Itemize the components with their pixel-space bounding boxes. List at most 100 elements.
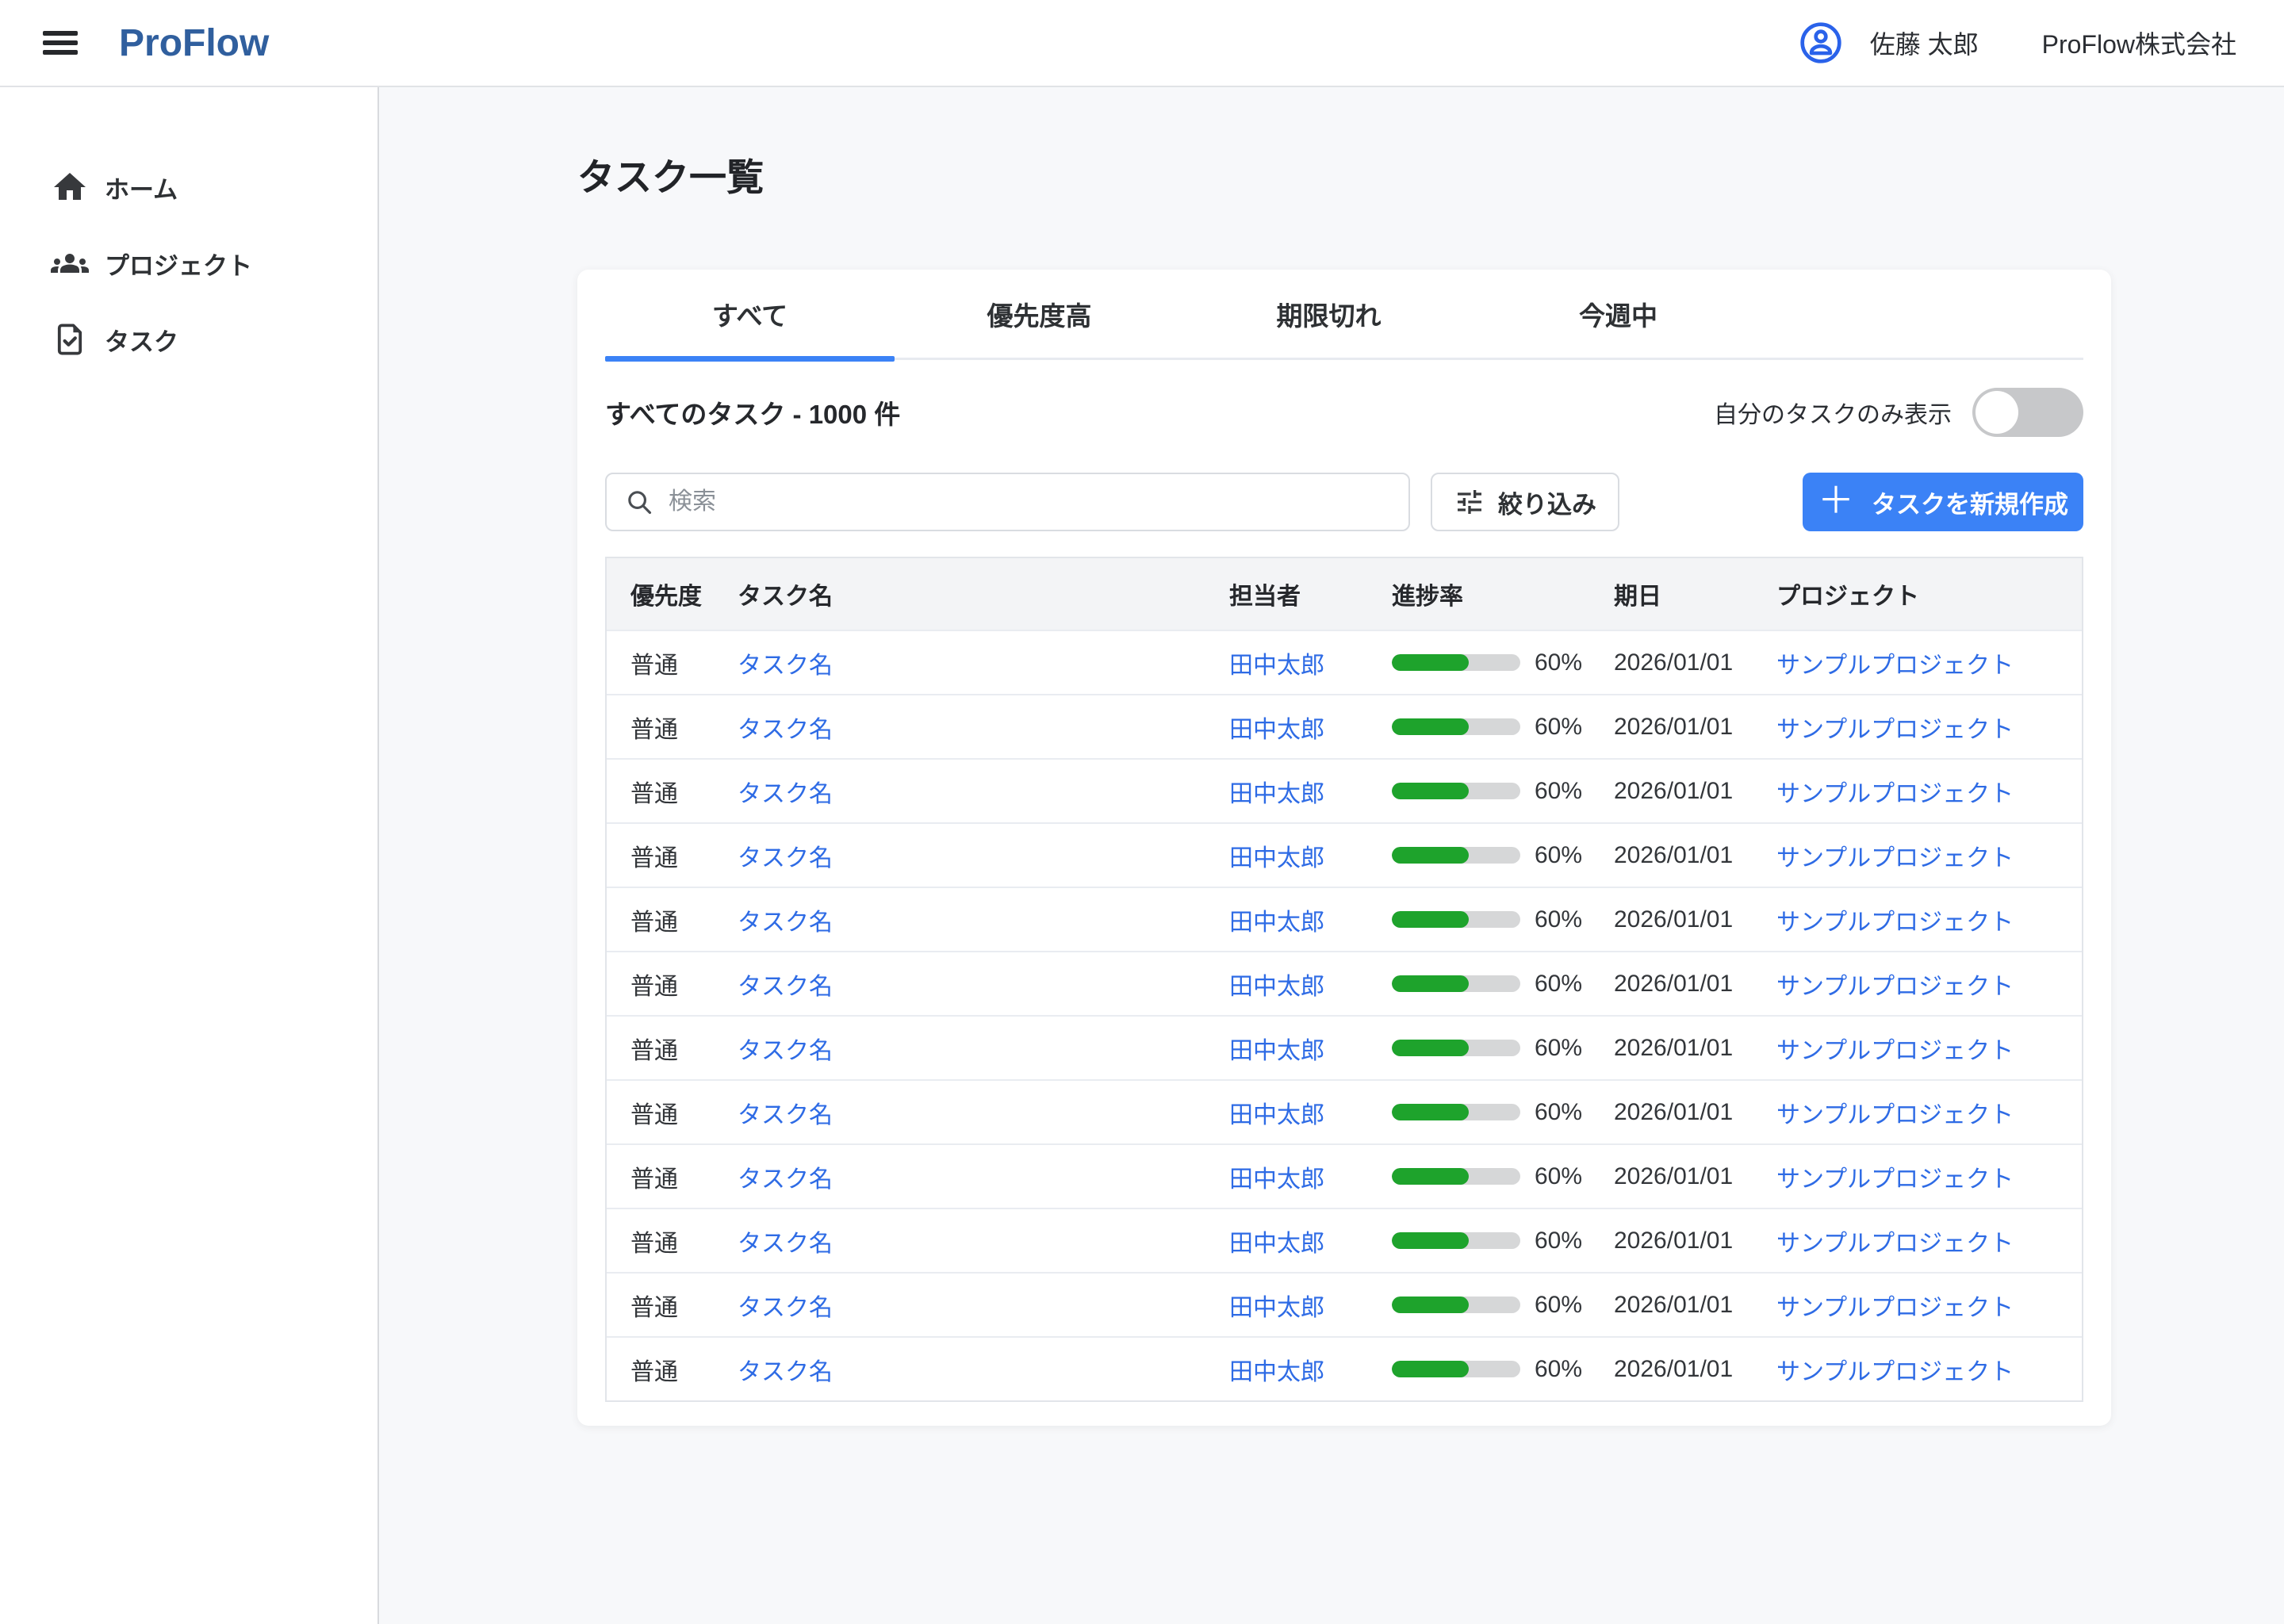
my-tasks-toggle[interactable] bbox=[1972, 388, 2083, 437]
project-link[interactable]: サンプルプロジェクト bbox=[1776, 1102, 2014, 1128]
due-date-cell: 2026/01/01 bbox=[1614, 906, 1776, 933]
sidebar-item-projects[interactable]: プロジェクト bbox=[0, 225, 377, 301]
app-logo[interactable]: ProFlow bbox=[119, 21, 269, 65]
menu-icon[interactable] bbox=[43, 31, 78, 55]
assignee-link[interactable]: 田中太郎 bbox=[1229, 1166, 1324, 1193]
filter-button[interactable]: 絞り込み bbox=[1431, 473, 1619, 531]
table-row: 普通 タスク名 田中太郎 60% 2026/01/01 サンプルプロジェクト bbox=[607, 1143, 2082, 1208]
progress-bar-fill bbox=[1392, 1168, 1469, 1185]
progress-value: 60% bbox=[1535, 1292, 1582, 1319]
app-root: ProFlow 佐藤 太郎 ProFlow株式会社 ホーム プロジェクト bbox=[0, 0, 2284, 1624]
project-link[interactable]: サンプルプロジェクト bbox=[1776, 1166, 2014, 1193]
progress-bar bbox=[1392, 1040, 1520, 1056]
task-list-card: すべて 優先度高 期限切れ 今週中 すべてのタスク - 1000 件 自分のタス… bbox=[577, 270, 2111, 1426]
task-name-link[interactable]: タスク名 bbox=[738, 974, 833, 1000]
progress-cell: 60% bbox=[1392, 1228, 1614, 1254]
tab-high-priority[interactable]: 優先度高 bbox=[895, 270, 1184, 358]
tab-bar: すべて 優先度高 期限切れ 今週中 bbox=[605, 270, 2083, 360]
progress-bar-fill bbox=[1392, 1040, 1469, 1056]
search-input[interactable] bbox=[669, 488, 1391, 515]
priority-cell: 普通 bbox=[630, 967, 738, 1002]
due-date-cell: 2026/01/01 bbox=[1614, 1035, 1776, 1062]
progress-value: 60% bbox=[1535, 778, 1582, 805]
progress-value: 60% bbox=[1535, 1228, 1582, 1254]
assignee-link[interactable]: 田中太郎 bbox=[1229, 1359, 1324, 1385]
user-avatar-icon[interactable] bbox=[1799, 21, 1843, 65]
table-row: 普通 タスク名 田中太郎 60% 2026/01/01 サンプルプロジェクト bbox=[607, 630, 2082, 694]
tab-all[interactable]: すべて bbox=[605, 270, 895, 358]
project-link[interactable]: サンプルプロジェクト bbox=[1776, 845, 2014, 871]
progress-cell: 60% bbox=[1392, 906, 1614, 933]
project-link[interactable]: サンプルプロジェクト bbox=[1776, 717, 2014, 743]
assignee-link[interactable]: 田中太郎 bbox=[1229, 845, 1324, 871]
progress-bar bbox=[1392, 654, 1520, 671]
table-row: 普通 タスク名 田中太郎 60% 2026/01/01 サンプルプロジェクト bbox=[607, 1015, 2082, 1079]
due-date-cell: 2026/01/01 bbox=[1614, 649, 1776, 676]
progress-value: 60% bbox=[1535, 649, 1582, 676]
tune-icon bbox=[1454, 486, 1485, 518]
progress-bar bbox=[1392, 1232, 1520, 1249]
task-name-link[interactable]: タスク名 bbox=[738, 1166, 833, 1193]
assignee-link[interactable]: 田中太郎 bbox=[1229, 1102, 1324, 1128]
table-row: 普通 タスク名 田中太郎 60% 2026/01/01 サンプルプロジェクト bbox=[607, 1272, 2082, 1336]
project-link[interactable]: サンプルプロジェクト bbox=[1776, 910, 2014, 936]
column-header-progress: 進捗率 bbox=[1392, 576, 1614, 611]
project-link[interactable]: サンプルプロジェクト bbox=[1776, 1038, 2014, 1064]
task-name-link[interactable]: タスク名 bbox=[738, 910, 833, 936]
progress-bar-fill bbox=[1392, 1232, 1469, 1249]
project-link[interactable]: サンプルプロジェクト bbox=[1776, 781, 2014, 807]
task-name-link[interactable]: タスク名 bbox=[738, 845, 833, 871]
task-name-link[interactable]: タスク名 bbox=[738, 781, 833, 807]
progress-bar bbox=[1392, 1104, 1520, 1120]
priority-cell: 普通 bbox=[630, 1159, 738, 1194]
tab-overdue[interactable]: 期限切れ bbox=[1184, 270, 1473, 358]
project-link[interactable]: サンプルプロジェクト bbox=[1776, 974, 2014, 1000]
progress-bar bbox=[1392, 1168, 1520, 1185]
toolbar-row: 絞り込み ＋ タスクを新規作成 bbox=[605, 473, 2083, 531]
task-name-link[interactable]: タスク名 bbox=[738, 1295, 833, 1321]
table-row: 普通 タスク名 田中太郎 60% 2026/01/01 サンプルプロジェクト bbox=[607, 1079, 2082, 1143]
progress-cell: 60% bbox=[1392, 714, 1614, 741]
assignee-link[interactable]: 田中太郎 bbox=[1229, 1038, 1324, 1064]
column-header-priority: 優先度 bbox=[630, 576, 738, 611]
sidebar-item-tasks[interactable]: タスク bbox=[0, 301, 377, 377]
sidebar-item-label: タスク bbox=[105, 322, 178, 358]
top-header: ProFlow 佐藤 太郎 ProFlow株式会社 bbox=[0, 0, 2284, 87]
progress-value: 60% bbox=[1535, 906, 1582, 933]
project-link[interactable]: サンプルプロジェクト bbox=[1776, 1359, 2014, 1385]
task-name-link[interactable]: タスク名 bbox=[738, 1231, 833, 1257]
task-name-link[interactable]: タスク名 bbox=[738, 1038, 833, 1064]
sidebar-item-home[interactable]: ホーム bbox=[0, 149, 377, 225]
assignee-link[interactable]: 田中太郎 bbox=[1229, 781, 1324, 807]
task-name-link[interactable]: タスク名 bbox=[738, 717, 833, 743]
progress-bar-fill bbox=[1392, 975, 1469, 992]
progress-cell: 60% bbox=[1392, 778, 1614, 805]
assignee-link[interactable]: 田中太郎 bbox=[1229, 1231, 1324, 1257]
assignee-link[interactable]: 田中太郎 bbox=[1229, 910, 1324, 936]
due-date-cell: 2026/01/01 bbox=[1614, 1356, 1776, 1383]
progress-bar-fill bbox=[1392, 1104, 1469, 1120]
create-task-button[interactable]: ＋ タスクを新規作成 bbox=[1803, 473, 2083, 531]
create-task-label: タスクを新規作成 bbox=[1872, 485, 2068, 520]
table-row: 普通 タスク名 田中太郎 60% 2026/01/01 サンプルプロジェクト bbox=[607, 758, 2082, 822]
assignee-link[interactable]: 田中太郎 bbox=[1229, 717, 1324, 743]
assignee-link[interactable]: 田中太郎 bbox=[1229, 1295, 1324, 1321]
task-name-link[interactable]: タスク名 bbox=[738, 653, 833, 679]
progress-bar-fill bbox=[1392, 1297, 1469, 1313]
project-link[interactable]: サンプルプロジェクト bbox=[1776, 1231, 2014, 1257]
tab-this-week[interactable]: 今週中 bbox=[1473, 270, 1763, 358]
table-row: 普通 タスク名 田中太郎 60% 2026/01/01 サンプルプロジェクト bbox=[607, 694, 2082, 758]
assignee-link[interactable]: 田中太郎 bbox=[1229, 653, 1324, 679]
task-name-link[interactable]: タスク名 bbox=[738, 1102, 833, 1128]
task-name-link[interactable]: タスク名 bbox=[738, 1359, 833, 1385]
progress-value: 60% bbox=[1535, 971, 1582, 998]
priority-cell: 普通 bbox=[630, 774, 738, 809]
project-link[interactable]: サンプルプロジェクト bbox=[1776, 653, 2014, 679]
project-link[interactable]: サンプルプロジェクト bbox=[1776, 1295, 2014, 1321]
table-row: 普通 タスク名 田中太郎 60% 2026/01/01 サンプルプロジェクト bbox=[607, 1336, 2082, 1400]
assignee-link[interactable]: 田中太郎 bbox=[1229, 974, 1324, 1000]
priority-cell: 普通 bbox=[630, 1352, 738, 1387]
progress-bar bbox=[1392, 975, 1520, 992]
progress-bar bbox=[1392, 718, 1520, 735]
table-row: 普通 タスク名 田中太郎 60% 2026/01/01 サンプルプロジェクト bbox=[607, 951, 2082, 1015]
